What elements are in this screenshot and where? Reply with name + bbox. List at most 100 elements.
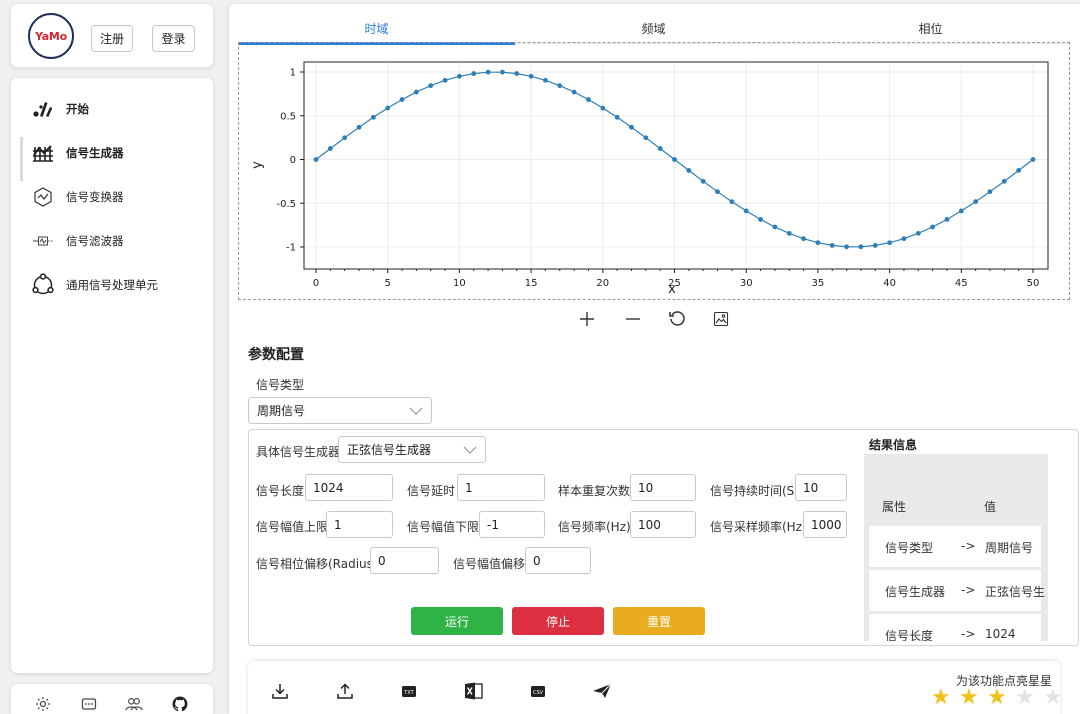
signal-type-select[interactable]: 周期信号 [248, 397, 432, 424]
field-label: 信号长度 [256, 484, 305, 498]
signal-type-value: 周期信号 [257, 404, 306, 418]
data-point [887, 240, 892, 246]
save-image-icon[interactable] [709, 307, 733, 331]
data-point [457, 73, 462, 79]
stop-button[interactable]: 停止 [512, 607, 604, 635]
sidebar-item-signal-transformer[interactable]: 信号变换器 [11, 177, 213, 217]
x-tick-label: 30 [740, 278, 753, 289]
data-point [342, 135, 348, 141]
tab-phase[interactable]: 相位 [792, 12, 1069, 44]
star-icon[interactable]: ★ [987, 687, 1007, 709]
sidebar-footer [11, 684, 213, 714]
frequency-input[interactable]: 100 [630, 511, 696, 538]
reset-button[interactable]: 重置 [613, 607, 705, 635]
data-point [528, 73, 534, 79]
line-chart[interactable]: 0 5 10 15 20 25 30 35 40 45 5010.50-0.5-1 x y [239, 43, 1069, 299]
sidebar-item-general-unit[interactable]: 通用信号处理单元 [11, 265, 213, 305]
amplitude-min-input[interactable]: -1 [479, 511, 545, 538]
data-point [471, 71, 477, 76]
sidebar-item-label: 信号生成器 [66, 146, 124, 160]
data-point [614, 114, 620, 120]
data-point [571, 89, 577, 95]
sidebar-item-label: 通用信号处理单元 [66, 278, 158, 292]
result-panel: 属性 值 信号类型 -> 周期信号 信号生成器 -> 正弦信号生 信号长度 ->… [864, 454, 1048, 641]
sidebar-item-signal-filter[interactable]: 信号滤波器 [11, 221, 213, 261]
star-icon[interactable]: ★ [1043, 687, 1063, 709]
sidebar-item-signal-generator[interactable]: 信号生成器 [11, 133, 213, 181]
sidebar-item-start[interactable]: 开始 [11, 89, 213, 129]
logo[interactable]: YaMo [28, 13, 74, 59]
excel-file-icon[interactable] [464, 681, 484, 701]
data-point [1030, 157, 1036, 162]
result-row: 信号长度 -> 1024 [869, 614, 1041, 641]
upload-icon[interactable] [335, 681, 355, 701]
result-col-value: 值 [984, 500, 997, 514]
sidebar: 开始 信号生成器 信号变换器 信号滤波器 通用信号处理单元 [11, 78, 213, 673]
result-attr: 信号类型 [885, 541, 934, 555]
chevron-down-icon [463, 443, 477, 460]
field-label: 信号相位偏移(Radius) [256, 557, 378, 571]
phase-offset-input[interactable]: 0 [370, 547, 439, 574]
result-arrow: -> [961, 539, 976, 553]
data-point [428, 83, 434, 89]
csv-file-icon[interactable]: CSV [528, 681, 548, 701]
chart-ticks: 0 5 10 15 20 25 30 35 40 45 5010.50-0.5-1 [276, 68, 1039, 290]
zoom-out-icon[interactable] [621, 307, 645, 331]
github-icon[interactable] [171, 695, 189, 713]
repeat-count-input[interactable]: 10 [630, 474, 696, 501]
transform-icon [31, 185, 55, 209]
result-value: 1024 [985, 627, 1016, 641]
amplitude-max-input[interactable]: 1 [326, 511, 393, 538]
y-tick-label: -1 [286, 243, 296, 254]
field-label: 信号延时 [407, 484, 456, 498]
duration-input[interactable]: 10 [795, 474, 847, 501]
signal-length-input[interactable]: 1024 [305, 474, 393, 501]
y-tick-label: 0 [290, 155, 296, 166]
login-button[interactable]: 登录 [152, 25, 195, 52]
data-point [413, 89, 419, 95]
run-button[interactable]: 运行 [411, 607, 503, 635]
chat-icon[interactable] [80, 695, 98, 713]
data-point [500, 69, 505, 75]
send-icon[interactable] [592, 681, 612, 701]
star-icon[interactable]: ★ [931, 687, 951, 709]
tab-time-domain[interactable]: 时域 [238, 12, 515, 45]
star-icon[interactable]: ★ [1015, 687, 1035, 709]
data-point [672, 157, 677, 162]
x-tick-label: 35 [812, 278, 825, 289]
plot-toolbar [569, 307, 729, 331]
download-icon[interactable] [270, 681, 290, 701]
txt-file-icon[interactable]: TXT [399, 681, 419, 701]
plot-container: 0 5 10 15 20 25 30 35 40 45 50 1 0.5 0 -0.5 -1 x y [238, 42, 1070, 300]
data-point [1016, 168, 1022, 173]
data-point [327, 146, 333, 151]
data-point [743, 208, 749, 214]
data-point [543, 77, 548, 83]
signal-delay-input[interactable]: 1 [457, 474, 545, 501]
generator-select[interactable]: 正弦信号生成器 [338, 436, 486, 463]
x-tick-label: 20 [596, 278, 609, 289]
x-axis-label: x [668, 282, 676, 297]
result-title: 结果信息 [869, 438, 918, 452]
users-icon[interactable] [125, 695, 143, 713]
header-card: YaMo 注册 登录 [11, 4, 213, 67]
reset-icon[interactable] [665, 307, 689, 331]
data-point [657, 146, 663, 151]
register-button[interactable]: 注册 [91, 25, 133, 52]
result-row: 信号类型 -> 周期信号 [869, 526, 1041, 567]
data-point [356, 124, 362, 130]
sample-rate-input[interactable]: 1000 [803, 511, 847, 538]
result-value: 周期信号 [985, 541, 1034, 555]
data-point [700, 178, 706, 184]
field-label: 信号频率(Hz) [558, 520, 631, 534]
network-icon [31, 273, 55, 297]
tab-frequency-domain[interactable]: 频域 [515, 12, 792, 44]
zoom-in-icon[interactable] [575, 307, 599, 331]
svg-text:CSV: CSV [533, 690, 544, 696]
amplitude-offset-input[interactable]: 0 [525, 547, 591, 574]
star-icon[interactable]: ★ [959, 687, 979, 709]
settings-icon[interactable] [34, 695, 52, 713]
logo-text: YaMo [35, 29, 67, 43]
x-tick-label: 45 [955, 278, 968, 289]
data-point [557, 83, 563, 89]
